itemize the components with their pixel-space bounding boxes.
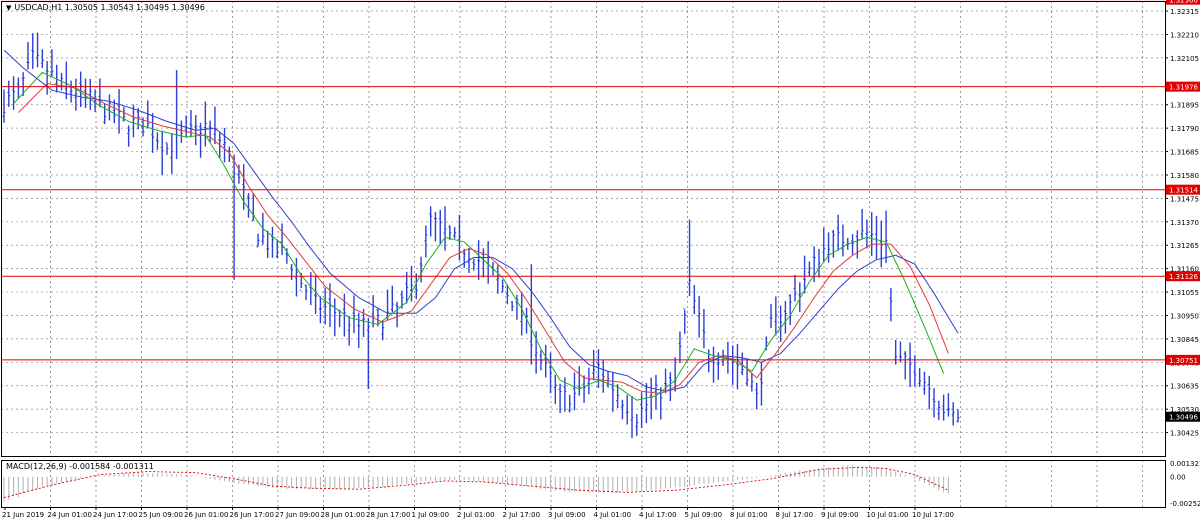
level-price-label: 1.31976 <box>1169 84 1198 92</box>
y-tick-label: 1.30425 <box>1170 430 1199 438</box>
y-tick-label: 1.31895 <box>1170 102 1199 110</box>
macd-signal-line <box>3 466 949 499</box>
x-tick-label: 2 Jul 01:00 <box>457 511 495 519</box>
x-tick-label: 21 Jun 2019 <box>2 511 44 519</box>
x-tick-label: 24 Jun 01:00 <box>48 511 92 519</box>
y-tick-label: 1.31790 <box>1170 125 1199 133</box>
y-tick-label: 1.31580 <box>1170 172 1199 180</box>
level-price-label: 1.32366 <box>1169 0 1198 5</box>
macd-y-tick-label: 0.001321 <box>1170 460 1200 468</box>
y-tick-label: 1.32210 <box>1170 31 1199 39</box>
y-tick-label: 1.31055 <box>1170 289 1199 297</box>
x-tick-label: 8 Jul 01:00 <box>730 511 768 519</box>
x-tick-label: 26 Jun 01:00 <box>184 511 228 519</box>
level-price-label: 1.31514 <box>1169 187 1198 195</box>
x-tick-label: 25 Jun 09:00 <box>139 511 183 519</box>
macd-y-tick-label: -0.002523 <box>1170 500 1200 508</box>
x-tick-label: 24 Jun 17:00 <box>93 511 137 519</box>
x-tick-label: 8 Jul 17:00 <box>776 511 814 519</box>
y-tick-label: 1.31265 <box>1170 242 1199 250</box>
x-tick-label: 9 Jul 09:00 <box>821 511 859 519</box>
ma-mid-line <box>18 82 949 395</box>
current-price-label: 1.30496 <box>1169 414 1198 422</box>
level-price-label: 1.31126 <box>1169 273 1198 281</box>
level-price-label: 1.30751 <box>1169 357 1198 365</box>
y-tick-label: 1.32105 <box>1170 55 1199 63</box>
y-tick-label: 1.31370 <box>1170 219 1199 227</box>
x-tick-label: 4 Jul 17:00 <box>639 511 677 519</box>
y-tick-label: 1.32315 <box>1170 8 1199 16</box>
x-tick-label: 28 Jun 17:00 <box>366 511 410 519</box>
y-tick-label: 1.31685 <box>1170 149 1199 157</box>
macd-panel-frame <box>1 460 1166 508</box>
x-tick-label: 5 Jul 09:00 <box>685 511 723 519</box>
ma-slow-line <box>3 49 959 392</box>
x-tick-label: 10 Jul 01:00 <box>867 511 909 519</box>
y-tick-label: 1.30635 <box>1170 383 1199 391</box>
chart-canvas[interactable]: 1.32315 1.32210 1.32105 1.31895 1.31790 1.316… <box>0 0 1200 523</box>
x-tick-label: 2 Jul 17:00 <box>503 511 541 519</box>
macd-info: MACD(12,26,9) -0.001584 -0.001311 <box>6 462 154 471</box>
y-tick-label: 1.30950 <box>1170 312 1199 320</box>
macd-y-tick-label: 0.00 <box>1170 474 1186 482</box>
x-tick-label: 28 Jun 01:00 <box>321 511 365 519</box>
dropdown-triangle-icon[interactable]: ▼ <box>6 4 11 12</box>
y-tick-label: 1.30845 <box>1170 336 1199 344</box>
x-tick-label: 10 Jul 17:00 <box>912 511 954 519</box>
symbol-info: ▼ USDCAD,H1 1.30505 1.30543 1.30495 1.304… <box>6 3 205 12</box>
x-tick-label: 26 Jun 17:00 <box>230 511 274 519</box>
x-tick-label: 27 Jun 09:00 <box>275 511 319 519</box>
chart-window: 1.32315 1.32210 1.32105 1.31895 1.31790 1.316… <box>0 0 1200 523</box>
x-tick-label: 1 Jul 09:00 <box>412 511 450 519</box>
y-tick-label: 1.31475 <box>1170 195 1199 203</box>
symbol-info-text: USDCAD,H1 1.30505 1.30543 1.30495 1.3049… <box>14 3 205 12</box>
x-tick-label: 3 Jul 09:00 <box>548 511 586 519</box>
x-tick-label: 4 Jul 01:00 <box>594 511 632 519</box>
